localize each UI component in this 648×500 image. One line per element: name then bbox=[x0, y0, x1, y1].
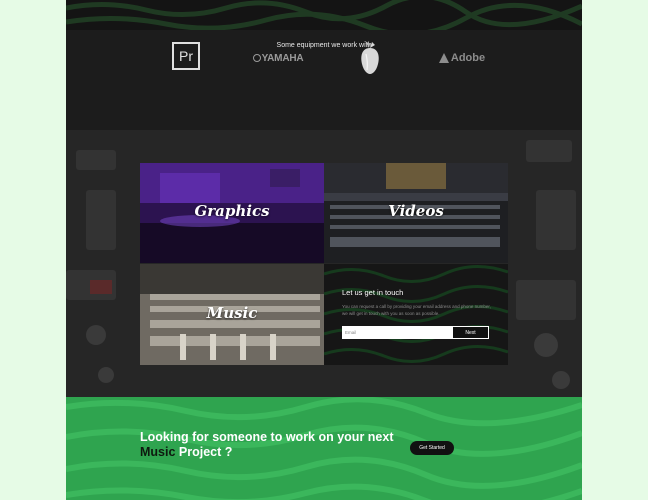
next-button[interactable]: Next bbox=[452, 326, 489, 339]
email-input[interactable] bbox=[342, 326, 452, 339]
adobe-a-icon bbox=[438, 53, 449, 63]
adobe-logo: Adobe bbox=[436, 43, 488, 73]
cta-line1: Looking for someone to work on your next bbox=[140, 430, 394, 444]
videos-tile[interactable]: Videos bbox=[324, 163, 508, 263]
fl-studio-logo bbox=[358, 40, 382, 76]
premiere-pro-logo: Pr bbox=[172, 42, 200, 70]
contact-description: You can request a call by providing your… bbox=[342, 304, 491, 316]
premiere-pro-logo-text: Pr bbox=[179, 48, 193, 64]
wave-pattern-top bbox=[66, 0, 582, 30]
yamaha-logo: YAMAHA bbox=[252, 43, 304, 73]
contact-tile: Let us get in touch You can request a ca… bbox=[324, 264, 508, 365]
graphics-tile[interactable]: Graphics bbox=[140, 163, 324, 263]
get-started-button[interactable]: Get Started bbox=[410, 441, 454, 455]
contact-title: Let us get in touch bbox=[342, 288, 404, 297]
cta-heading: Looking for someone to work on your next… bbox=[140, 430, 394, 460]
music-label: Music bbox=[206, 304, 258, 322]
equipment-title: Some equipment we work with bbox=[276, 42, 372, 49]
adobe-logo-text: Adobe bbox=[450, 52, 486, 64]
yamaha-tuning-fork-icon bbox=[252, 54, 261, 62]
equipment-section: Some equipment we work with bbox=[66, 30, 582, 130]
yamaha-logo-text: YAMAHA bbox=[261, 52, 304, 64]
graphics-label: Graphics bbox=[194, 202, 270, 220]
music-tile[interactable]: Music bbox=[140, 264, 324, 365]
cta-section: Looking for someone to work on your next… bbox=[66, 397, 582, 500]
videos-label: Videos bbox=[388, 202, 444, 220]
cta-highlight: Music bbox=[140, 445, 176, 459]
landing-page: Some equipment we work with Pr YAMAHA Ad… bbox=[66, 0, 582, 500]
fruit-icon bbox=[361, 41, 379, 74]
top-wave-band bbox=[66, 0, 582, 30]
cta-line2: Project ? bbox=[175, 445, 233, 459]
